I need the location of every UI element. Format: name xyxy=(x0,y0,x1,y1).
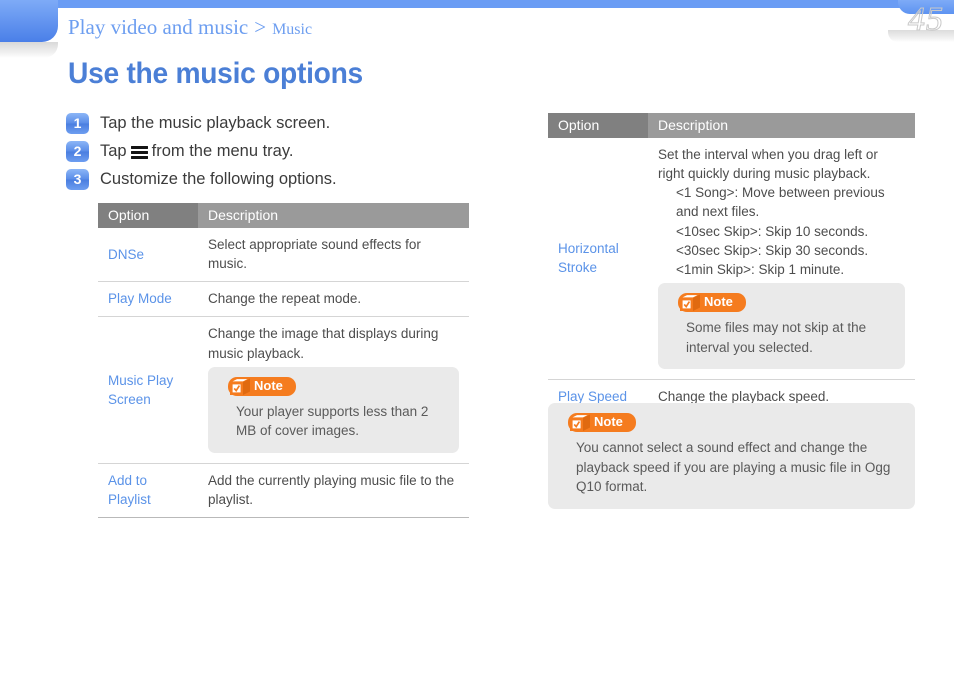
option-description-cell: Change the image that displays during mu… xyxy=(198,316,469,464)
note-body: Your player supports less than 2 MB of c… xyxy=(236,403,429,439)
step-text: Tap the music playback screen. xyxy=(100,113,330,134)
step-number-badge: 2 xyxy=(66,141,89,162)
note-body: You cannot select a sound effect and cha… xyxy=(576,440,891,495)
table-row: Add to Playlist Add the currently playin… xyxy=(98,463,469,519)
column-header-description: Description xyxy=(198,203,469,228)
breadcrumb: Play video and music > Music xyxy=(68,15,312,40)
page-number: 45 xyxy=(908,1,944,39)
option-sub-item: <1min Skip>: Skip 1 minute. xyxy=(676,261,845,277)
corner-tab-shadow xyxy=(0,42,58,58)
step-item: 3 Customize the following options. xyxy=(66,169,486,190)
note-header: Note xyxy=(560,413,901,432)
option-name: Add to Playlist xyxy=(98,463,198,519)
table-row: Horizontal Stroke Set the interval when … xyxy=(548,138,915,381)
step-item: 2 Tap from the menu tray. xyxy=(66,141,486,162)
option-description-cell: Set the interval when you drag left or r… xyxy=(648,138,915,381)
table-header-row: Option Description xyxy=(548,113,915,138)
option-description: Change the repeat mode. xyxy=(198,281,469,318)
table-row: DNSe Select appropriate sound effects fo… xyxy=(98,228,469,283)
step-number-badge: 3 xyxy=(66,169,89,190)
note-cube-icon xyxy=(569,413,591,431)
breadcrumb-main: Play video and music xyxy=(68,15,249,39)
option-description: Select appropriate sound effects for mus… xyxy=(198,228,469,283)
step-text-part: Tap xyxy=(100,142,127,160)
note-badge: Note xyxy=(678,293,746,313)
option-name: Horizontal Stroke xyxy=(548,138,648,381)
option-sub-item: <1 Song>: Move between previous and next… xyxy=(676,185,885,220)
step-text: Customize the following options. xyxy=(100,169,337,190)
note-badge: Note xyxy=(228,376,296,396)
step-item: 1 Tap the music playback screen. xyxy=(66,113,486,134)
note-label: Note xyxy=(704,294,733,310)
column-header-option: Option xyxy=(98,203,198,228)
step-text-part: Customize the following options. xyxy=(100,170,337,188)
step-text-part: from the menu tray. xyxy=(151,142,294,160)
option-sub-item: <10sec Skip>: Skip 10 seconds. xyxy=(676,223,869,239)
note-box: Note Your player supports less than 2 MB… xyxy=(208,366,459,453)
option-name: Music Play Screen xyxy=(98,316,198,464)
column-header-option: Option xyxy=(548,113,648,138)
note-body: Some files may not skip at the interval … xyxy=(686,320,867,355)
option-description: Change the image that displays during mu… xyxy=(208,326,439,361)
table-row: Play Mode Change the repeat mode. xyxy=(98,281,469,318)
breadcrumb-separator: > xyxy=(254,15,267,39)
top-accent-bar xyxy=(0,0,954,8)
column-header-description: Description xyxy=(648,113,915,138)
note-cube-icon xyxy=(229,377,251,395)
option-sub-item: <30sec Skip>: Skip 30 seconds. xyxy=(676,242,869,258)
music-options-table-left: Option Description DNSe Select appropria… xyxy=(98,203,469,519)
step-text-part: Tap the music playback screen. xyxy=(100,114,331,132)
bottom-note-box: Note You cannot select a sound effect an… xyxy=(548,403,915,509)
note-badge: Note xyxy=(568,413,636,432)
option-description: Add the currently playing music file to … xyxy=(198,463,469,519)
steps-list: 1 Tap the music playback screen. 2 Tap f… xyxy=(66,113,486,197)
note-box: Note Some files may not skip at the inte… xyxy=(658,283,905,370)
step-number-badge: 1 xyxy=(66,113,89,134)
note-header: Note xyxy=(220,376,445,396)
hamburger-menu-icon xyxy=(130,146,148,159)
breadcrumb-sub: Music xyxy=(272,21,313,38)
step-text: Tap from the menu tray. xyxy=(100,141,293,162)
table-row: Music Play Screen Change the image that … xyxy=(98,316,469,464)
note-label: Note xyxy=(594,414,623,429)
music-options-table-right: Option Description Horizontal Stroke Set… xyxy=(548,113,915,416)
corner-tab-decoration xyxy=(0,0,58,42)
note-cube-icon xyxy=(679,293,701,312)
option-description: Set the interval when you drag left or r… xyxy=(658,147,878,182)
page-title: Use the music options xyxy=(68,57,363,90)
option-name: DNSe xyxy=(98,228,198,283)
option-name: Play Mode xyxy=(98,281,198,318)
table-header-row: Option Description xyxy=(98,203,469,228)
note-label: Note xyxy=(254,377,283,393)
note-header: Note xyxy=(670,293,891,313)
